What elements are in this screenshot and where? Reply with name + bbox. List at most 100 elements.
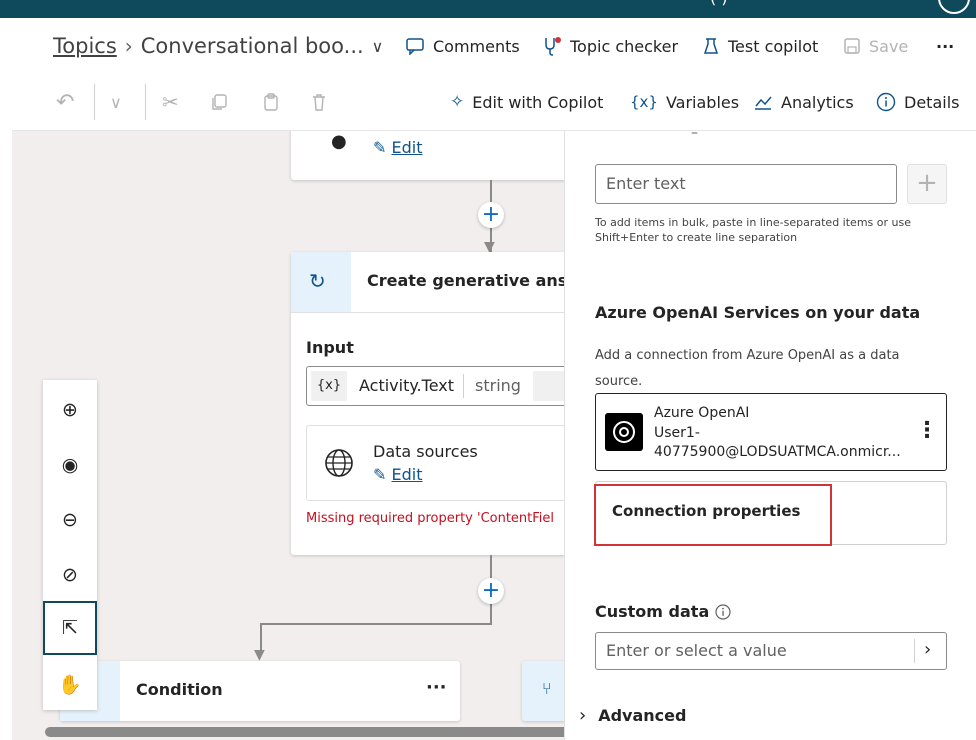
test-copilot-label: Test copilot [728,36,819,56]
chevron-down-icon[interactable]: ∨ [372,37,384,56]
undo-dropdown-chevron-icon[interactable]: ∨ [110,74,122,130]
input-variable-field[interactable]: {x} Activity.Text string [306,366,564,406]
topic-checker-button[interactable]: Topic checker [542,18,678,74]
pencil-icon: ✎ [373,465,387,484]
advanced-label: Advanced [598,706,687,725]
connection-properties-section[interactable]: Connection properties [594,481,947,546]
text-entry-placeholder: Enter text [606,174,686,193]
validation-error: Missing required property 'ContentFiel [306,511,555,526]
data-sources-edit-link[interactable]: ✎ Edit [373,465,422,484]
edit-with-copilot-button[interactable]: ✧ Edit with Copilot [450,74,603,130]
variable-type: string [475,376,521,395]
node-divider [291,312,564,313]
custom-data-combobox[interactable]: Enter or select a value › [595,632,947,670]
topic-name[interactable]: Conversational boo... [141,34,364,58]
copy-icon[interactable] [210,74,228,130]
info-icon [876,92,896,112]
connection-user-line2: 40775900@LODSUATMCA.onmicr... [654,444,901,460]
field-shading [533,371,564,401]
variables-label: Variables [665,92,740,112]
azure-openai-description: Add a connection from Azure OpenAI as a … [595,348,900,389]
top-bar-fragment: ( ) [710,0,728,7]
app-top-bar: ( ) [0,0,976,18]
paste-icon[interactable] [262,74,280,130]
stethoscope-icon [545,37,561,56]
azure-connection-card[interactable]: Azure OpenAI User1- 40775900@LODSUATMCA.… [595,393,947,471]
breadcrumb-separator-icon: › [124,34,133,58]
edit-with-copilot-label: Edit with Copilot [472,92,604,112]
combobox-divider [914,639,915,663]
connection-properties-label: Connection properties [612,502,801,520]
generative-answers-node[interactable]: ↻ Create generative answer Input {x} Act… [291,252,564,555]
chevron-right-icon[interactable]: › [924,639,931,660]
connection-more-button[interactable]: ⋮ [916,418,938,443]
branch-line [260,623,492,625]
text-entry-field[interactable]: Enter text [595,164,897,204]
save-button[interactable]: Save [843,18,908,74]
add-item-button[interactable]: + [907,164,947,204]
condition-more-button[interactable]: ··· [426,677,447,698]
custom-data-placeholder: Enter or select a value [606,641,787,660]
data-sources-title: Data sources [373,442,478,461]
branch-icon: ⑂ [542,679,552,698]
add-node-button[interactable]: + [478,202,504,228]
recenter-icon[interactable]: ◉ [43,438,97,492]
delete-icon[interactable] [310,74,328,130]
breadcrumb-topics-link[interactable]: Topics [53,34,117,58]
variable-name: Activity.Text [359,376,454,395]
data-sources-section[interactable]: Data sources ✎ Edit [306,425,564,501]
node-title: Create generative answer [367,271,564,290]
undo-icon[interactable]: ↶ [56,74,74,130]
field-divider [463,374,464,398]
branch-node-card[interactable]: ⑂ [522,661,564,721]
custom-data-label: Custom data [595,602,710,621]
bulk-add-hint: To add items in bulk, paste in line-sepa… [595,216,911,244]
info-icon[interactable] [715,603,731,620]
minimap-icon[interactable]: ⊘ [43,548,97,602]
details-label: Details [904,92,960,112]
analytics-label: Analytics [781,92,854,112]
cut-icon[interactable]: ✂ [162,74,179,130]
condition-node[interactable]: Condition ··· [60,661,460,721]
message-node-card[interactable]: ● ✎ Edit [291,131,564,180]
editor-toolbar: ↶ ∨ ✂ ✧ Edit with Copilot {x} Variables … [12,74,976,131]
details-button[interactable]: Details [876,74,959,130]
variable-icon: {x} [630,93,658,111]
top-card-edit-link[interactable]: ✎ Edit [373,138,422,157]
condition-title: Condition [136,680,223,699]
advanced-section-toggle[interactable]: › Advanced [579,705,686,726]
chevron-right-icon: › [579,705,587,726]
topic-header: Topics › Conversational boo... ∨ Comment… [12,18,976,74]
custom-data-label-row: Custom data [595,602,731,621]
add-node-button[interactable]: + [478,578,504,604]
edit-link-label: Edit [391,138,423,157]
generative-answers-icon: ↻ [309,269,326,293]
variable-icon: {x} [311,371,347,401]
comment-icon [406,38,424,55]
canvas-horizontal-scrollbar[interactable] [45,727,564,737]
sparkle-icon: ✧ [450,92,465,112]
openai-logo-icon [605,413,643,451]
connection-user-line1: User1- [654,425,700,441]
zoom-controls: ⊕ ◉ ⊖ ⊘ ⇱ ✋ [43,380,97,710]
zoom-out-icon[interactable]: ⊖ [43,493,97,547]
message-icon: ● [331,131,347,152]
authoring-canvas[interactable]: ● ✎ Edit + ▼ ↻ Create generative answer … [12,131,564,740]
node-icon-box: ↻ [291,252,351,312]
edit-link-label: Edit [391,465,423,484]
panel-scroll-fragment: – [691,125,698,141]
test-copilot-button[interactable]: Test copilot [702,18,818,74]
save-icon [844,38,860,54]
comments-button[interactable]: Comments [405,18,520,74]
pan-hand-icon[interactable]: ✋ [43,658,97,712]
toolbar-divider [94,84,95,120]
variables-button[interactable]: {x} Variables [630,74,739,130]
zoom-in-icon[interactable]: ⊕ [43,383,97,437]
connection-name: Azure OpenAI [654,405,750,421]
pencil-icon: ✎ [373,138,387,157]
more-options-button[interactable]: ··· [936,18,954,74]
profile-icon[interactable] [938,0,970,14]
select-pointer-icon[interactable]: ⇱ [43,601,97,655]
analytics-button[interactable]: Analytics [753,74,854,130]
input-label: Input [306,338,354,357]
